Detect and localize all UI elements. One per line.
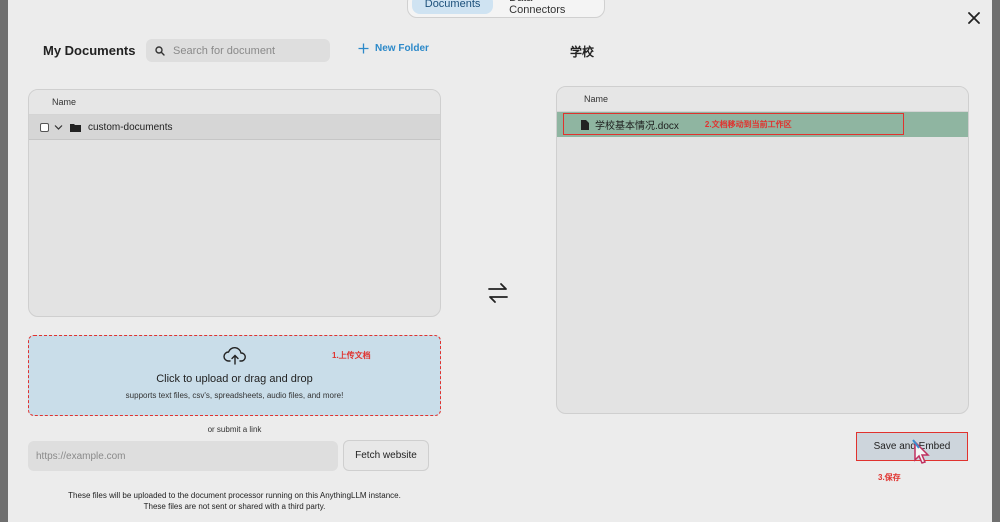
tab-documents[interactable]: Documents: [412, 0, 494, 14]
or-submit-link-text: or submit a link: [207, 425, 262, 434]
new-folder-label: New Folder: [375, 43, 429, 54]
my-documents-panel: Name custom-documents: [28, 89, 441, 317]
swap-arrows-icon: [488, 283, 508, 303]
workspace-documents-panel: Name 学校基本情况.docx 2.文档移动到当前工作区: [556, 86, 969, 414]
chevron-down-icon[interactable]: [54, 123, 63, 132]
column-header-name: Name: [29, 90, 440, 115]
folder-icon: [70, 123, 81, 132]
tab-bar: Documents Data Connectors: [407, 0, 605, 18]
search-input[interactable]: [173, 44, 323, 57]
my-documents-title: My Documents: [43, 43, 136, 58]
workspace-column-header-name: Name: [557, 87, 968, 112]
cloud-upload-icon: [222, 347, 246, 365]
workspace-file-row[interactable]: 学校基本情况.docx 2.文档移动到当前工作区: [557, 112, 968, 137]
file-annotation-box: [563, 113, 904, 135]
new-folder-button[interactable]: New Folder: [358, 43, 429, 54]
plus-icon: [358, 43, 369, 54]
backdrop-left: [0, 0, 8, 522]
upload-disclaimer: These files will be uploaded to the docu…: [8, 490, 461, 512]
disclaimer-line-1: These files will be uploaded to the docu…: [68, 491, 401, 500]
close-button[interactable]: [965, 9, 983, 27]
manage-documents-modal: Documents Data Connectors My Documents N…: [8, 0, 992, 522]
upload-title: Click to upload or drag and drop: [156, 373, 313, 385]
upload-subtitle: supports text files, csv's, spreadsheets…: [125, 391, 344, 400]
disclaimer-line-2: These files are not sent or shared with …: [143, 502, 326, 511]
link-url-input[interactable]: [28, 441, 338, 471]
folder-checkbox[interactable]: [40, 122, 49, 132]
fetch-website-button[interactable]: Fetch website: [343, 440, 429, 471]
upload-annotation: 1.上传文档: [332, 351, 371, 360]
upload-dropzone[interactable]: Click to upload or drag and drop support…: [28, 335, 441, 416]
close-icon: [968, 12, 980, 24]
search-box[interactable]: [146, 39, 330, 62]
backdrop-right: [992, 0, 1000, 522]
tab-data-connectors[interactable]: Data Connectors: [497, 0, 600, 16]
pointer-cursor-icon: [912, 439, 930, 464]
folder-row[interactable]: custom-documents: [29, 115, 440, 140]
workspace-title: 学校: [570, 45, 595, 59]
save-annotation: 3.保存: [878, 473, 901, 482]
search-icon: [155, 45, 165, 56]
folder-name: custom-documents: [88, 121, 173, 133]
